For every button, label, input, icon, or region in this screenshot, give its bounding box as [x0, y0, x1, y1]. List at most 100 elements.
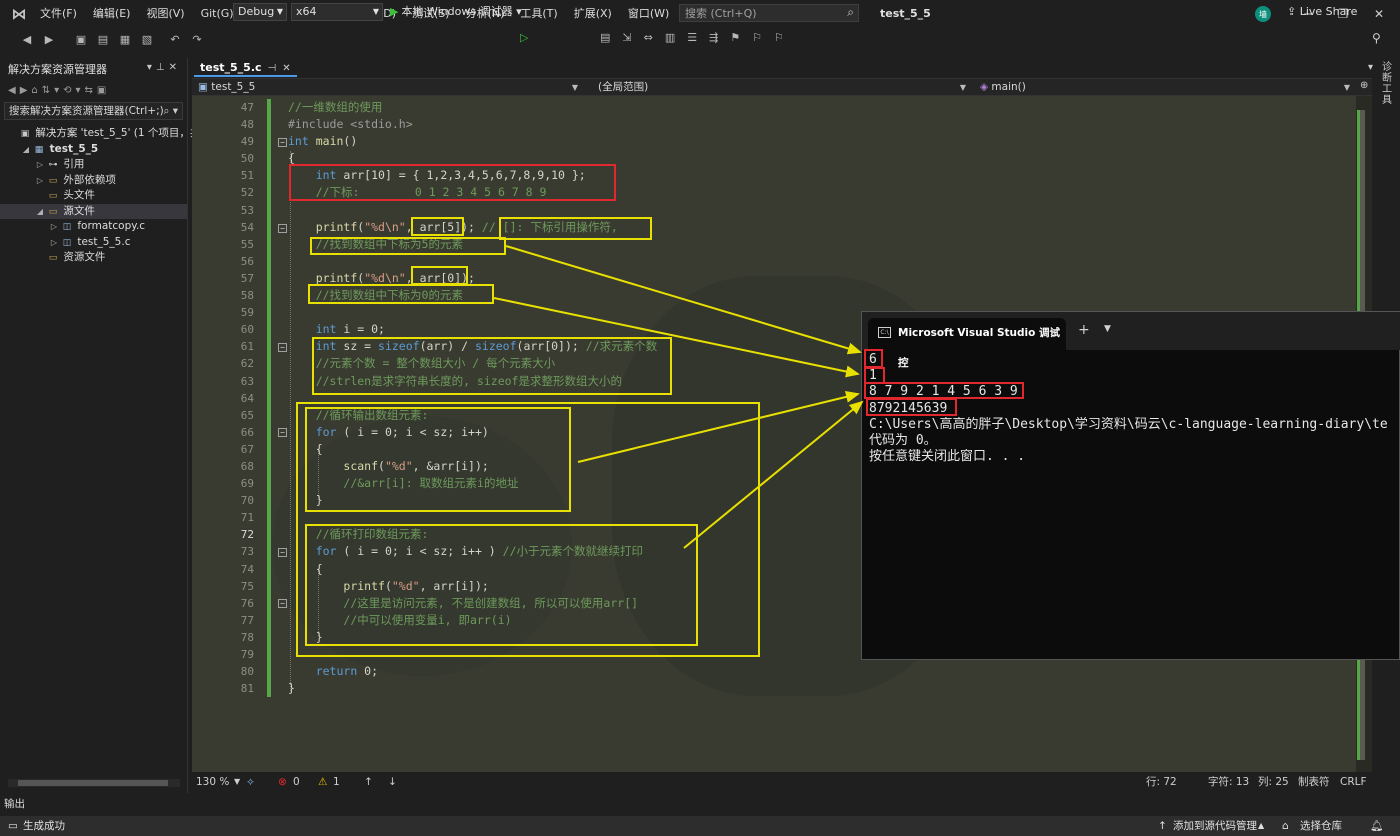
code-token: for [315, 424, 337, 439]
menu-item[interactable]: 扩展(X) [566, 0, 620, 28]
diagnostic-tools-tab[interactable]: 诊断工具 [1382, 62, 1394, 106]
solution-explorer-toolbar[interactable]: ◀▶⌂⇅▾⟲▾⇆▣ [0, 80, 187, 100]
horizontal-scrollbar[interactable] [8, 779, 180, 787]
new-tab-icon[interactable]: + [1078, 322, 1090, 338]
menu-item[interactable]: 文件(F) [32, 0, 85, 28]
nav-project-select[interactable]: ▣ test_5_5 ▼ [192, 80, 582, 95]
start-without-debug-icon[interactable]: ▷ [520, 31, 528, 44]
tree-item[interactable]: ▭ 头文件 [0, 188, 187, 204]
tree-expander-icon[interactable]: ◢ [20, 142, 32, 158]
chevron-down-icon[interactable]: ▼ [234, 772, 240, 792]
nav-function-select[interactable]: ◈ main() ▼ [974, 80, 1354, 95]
live-share-button[interactable]: ⇪ Live Share [1287, 4, 1357, 20]
line-number: 81 [240, 682, 254, 696]
tab-test-5-5-c[interactable]: test_5_5.c ⊣ ✕ [194, 61, 297, 77]
close-tab-icon[interactable]: ✕ [282, 63, 290, 74]
tree-item[interactable]: ◢ ▭ 源文件 [0, 203, 187, 220]
warning-count[interactable]: 1 [333, 772, 340, 792]
fold-toggle-icon[interactable]: − [278, 224, 287, 233]
close-icon[interactable]: ✕ [1364, 4, 1394, 24]
code-line[interactable]: //找到数组中下标为0的元素 [288, 287, 1288, 304]
tree-item-label: 外部依赖项 [60, 173, 116, 186]
feedback-icon[interactable]: ⚲ [1372, 31, 1381, 45]
configuration-select[interactable]: Debug ▼ [233, 3, 287, 21]
code-line[interactable]: #include <stdio.h> [288, 116, 1288, 133]
indent-mode[interactable]: 制表符 [1298, 772, 1330, 792]
global-search-input[interactable]: 搜索 (Ctrl+Q) ⌕ [679, 4, 859, 22]
back-icon[interactable]: ◀ [18, 31, 36, 49]
solution-search-input[interactable]: 搜索解决方案资源管理器(Ctrl+;) ⌕ ▾ [4, 102, 183, 120]
tree-item[interactable]: ▷ ⊶ 引用 [0, 157, 187, 173]
tree-expander-icon[interactable]: ▷ [48, 219, 60, 235]
notification-icon[interactable]: 🔔︎ [1370, 816, 1383, 836]
zoom-level[interactable]: 130 % [196, 772, 229, 792]
console-line: 1 [869, 368, 877, 384]
open-folder-icon[interactable]: ▤ [94, 31, 112, 49]
avatar[interactable]: 墙 [1255, 6, 1271, 22]
menu-item[interactable]: 窗口(W) [620, 0, 677, 28]
tree-expander-icon[interactable]: ▷ [34, 173, 46, 189]
previous-issue-icon[interactable]: ↑ [364, 772, 373, 792]
tree-expander-icon[interactable]: ▷ [48, 235, 60, 251]
chevron-down-icon: ▼ [1343, 83, 1350, 92]
code-line[interactable]: } [288, 680, 1288, 697]
code-token: () [343, 134, 358, 149]
menu-item[interactable]: 编辑(E) [85, 0, 139, 28]
menu-item[interactable]: 视图(V) [138, 0, 192, 28]
save-all-icon[interactable]: ▧ [138, 31, 156, 49]
code-line[interactable]: int main() [288, 133, 1288, 150]
code-line[interactable]: return 0; [288, 663, 1288, 680]
toolbar-misc-icons[interactable]: ▤⇲⇔▥☰⇶⚑⚐⚐ [600, 31, 796, 44]
save-icon[interactable]: ▦ [116, 31, 134, 49]
next-issue-icon[interactable]: ↓ [388, 772, 397, 792]
code-token: 0; [357, 664, 379, 679]
tree-item[interactable]: ▷ ◫ formatcopy.c [0, 219, 187, 235]
code-line[interactable]: { [288, 150, 1288, 167]
panel-options-icons[interactable]: ▾⊥✕ [147, 62, 181, 73]
split-editor-icon[interactable]: ⊕ [1360, 80, 1368, 91]
undo-icon[interactable]: ↶ [166, 31, 184, 49]
code-line[interactable]: int arr[10] = { 1,2,3,4,5,6,7,8,9,10 }; [288, 167, 1288, 184]
code-line[interactable]: //下标: 0 1 2 3 4 5 6 7 8 9 [288, 184, 1288, 201]
forward-icon[interactable]: ▶ [40, 31, 58, 49]
code-line[interactable]: //一维数组的使用 [288, 99, 1288, 116]
console-tab[interactable]: C:\ Microsoft Visual Studio 调试控 ✕ [868, 318, 1066, 369]
code-line[interactable]: printf("%d\n", arr[5]); // []: 下标引用操作符, [288, 219, 1288, 236]
select-repository-button[interactable]: 选择仓库 [1300, 816, 1342, 836]
fold-toggle-icon[interactable]: − [278, 548, 287, 557]
tree-item[interactable]: ▷ ◫ test_5_5.c [0, 235, 187, 251]
ai-icon[interactable]: ⟡ [247, 772, 254, 792]
fold-toggle-icon[interactable]: − [278, 428, 287, 437]
tree-expander-icon[interactable]: ◢ [34, 204, 46, 220]
pin-icon[interactable]: ⊣ [268, 63, 277, 74]
line-ending[interactable]: CRLF [1340, 772, 1367, 792]
fold-toggle-icon[interactable]: − [278, 138, 287, 147]
fold-toggle-icon[interactable]: − [278, 599, 287, 608]
close-icon[interactable]: ✕ [1049, 318, 1058, 348]
code-line[interactable]: //找到数组中下标为5的元素 [288, 236, 1288, 253]
output-panel-tab[interactable]: 输出 [4, 796, 25, 811]
add-to-source-control-button[interactable]: 添加到源代码管理 [1173, 816, 1257, 836]
code-token: //中可以使用变量i, 即arr(i) [343, 612, 512, 627]
repo-icon: ⌂ [1282, 820, 1289, 832]
code-line[interactable]: printf("%d\n", arr[0]); [288, 270, 1288, 287]
platform-select[interactable]: x64 ▼ [291, 3, 383, 21]
tree-item[interactable]: ◢ ▦ test_5_5 [0, 142, 187, 158]
error-count[interactable]: 0 [293, 772, 300, 792]
code-line[interactable] [288, 202, 1288, 219]
start-debugging-button[interactable]: ▶ 本地 Windows 调试器 ▾ [390, 3, 522, 21]
console-line: 按任意键关闭此窗口. . . [869, 449, 1026, 465]
debug-console-window[interactable]: C:\ Microsoft Visual Studio 调试控 ✕ + ▼ 61… [861, 311, 1400, 660]
tree-item[interactable]: ▷ ▭ 外部依赖项 [0, 173, 187, 189]
tree-expander-icon[interactable]: ▷ [34, 157, 46, 173]
chevron-down-icon[interactable]: ▼ [1104, 324, 1111, 334]
new-project-icon[interactable]: ▣ [72, 31, 90, 49]
nav-scope-select[interactable]: (全局范围) ▼ [592, 80, 970, 95]
code-line[interactable] [288, 253, 1288, 270]
c-file-icon: ▣ [198, 81, 212, 93]
tree-item[interactable]: ▣ 解决方案 'test_5_5' (1 个项目，共 [0, 126, 201, 142]
redo-icon[interactable]: ↷ [188, 31, 206, 49]
tree-item[interactable]: ▭ 资源文件 [0, 250, 187, 266]
fold-toggle-icon[interactable]: − [278, 343, 287, 352]
